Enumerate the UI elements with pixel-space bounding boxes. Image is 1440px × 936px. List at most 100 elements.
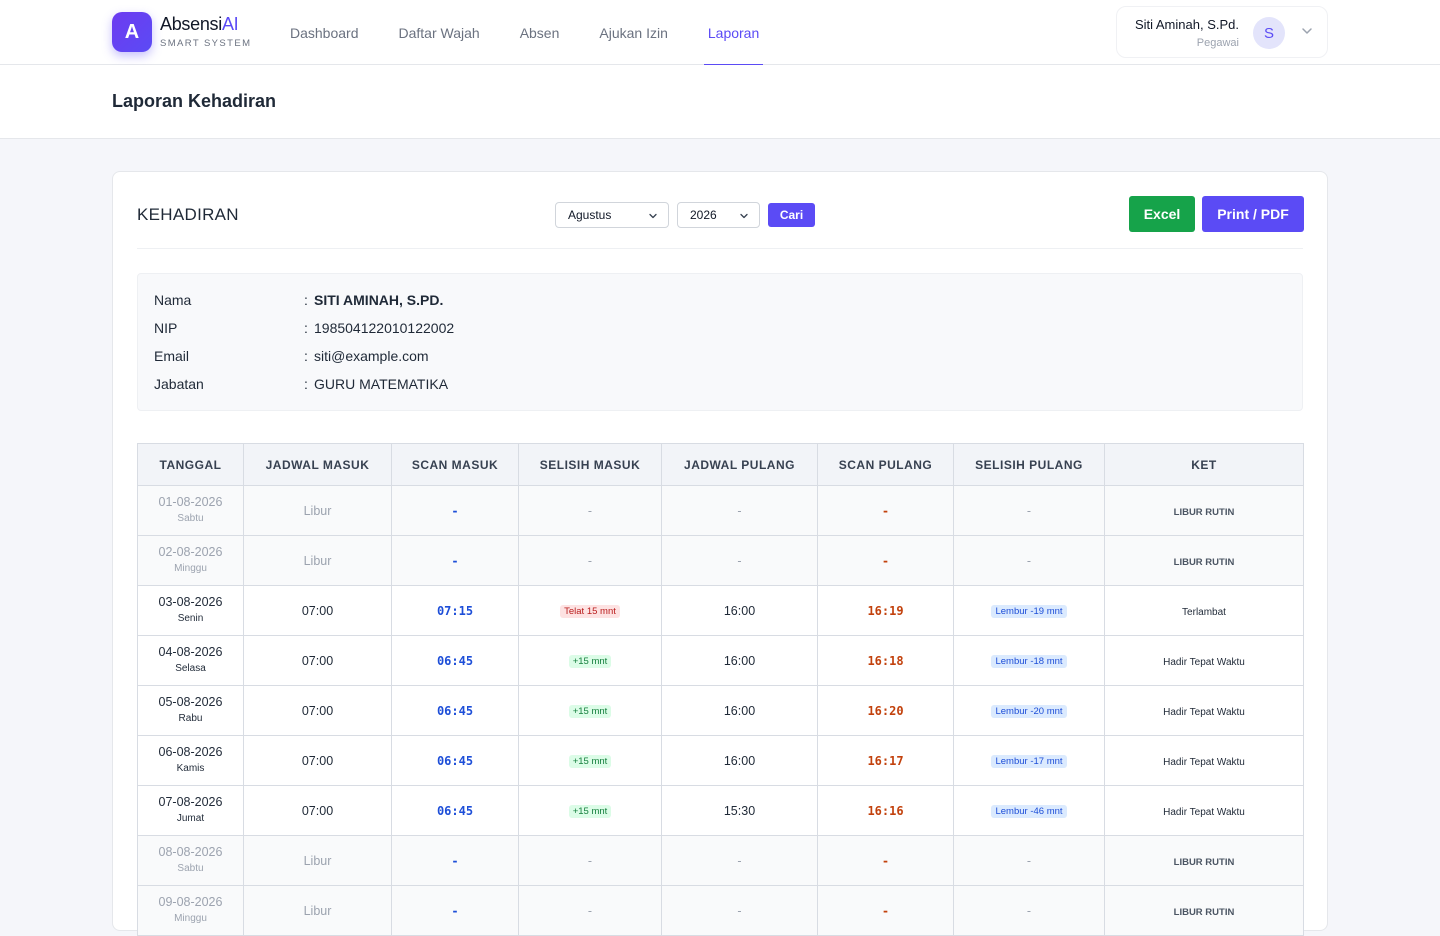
cell-date: 05-08-2026 Rabu — [137, 685, 244, 736]
cell-selisih-pulang: - — [953, 835, 1105, 886]
date-text: 05-08-2026 — [158, 695, 223, 709]
jadwal-masuk-text: 07:00 — [301, 703, 334, 718]
app-logo[interactable]: A — [112, 12, 152, 52]
table-row: 02-08-2026 Minggu Libur - - - - - LIBUR RUTIN — [137, 535, 1304, 586]
jadwal-masuk-text: 07:00 — [301, 603, 334, 618]
brand[interactable]: AbsensiAI SMART SYSTEM — [160, 14, 251, 49]
cell-jadwal-pulang: 16:00 — [661, 735, 818, 786]
main-nav: Dashboard Daftar Wajah Absen Ajukan Izin… — [270, 0, 779, 66]
cell-date: 08-08-2026 Sabtu — [137, 835, 244, 886]
selisih-masuk-badge: +15 mnt — [568, 805, 612, 818]
nav-dashboard[interactable]: Dashboard — [270, 0, 379, 65]
cell-selisih-pulang: Lembur -20 mnt — [953, 685, 1105, 736]
column-header: JADWAL PULANG — [661, 443, 818, 486]
info-row-email: Email : siti@example.com — [154, 348, 754, 368]
cell-date: 07-08-2026 Jumat — [137, 785, 244, 836]
selisih-pulang-badge: Lembur -18 mnt — [991, 655, 1067, 668]
month-select-value: Agustus — [568, 208, 612, 222]
employee-info: Nama : SITI AMINAH, S.PD. NIP : 19850412… — [137, 273, 1303, 411]
cell-scan-masuk: 06:45 — [391, 735, 519, 786]
info-row-jabatan: Jabatan : GURU MATEMATIKA — [154, 376, 754, 396]
cell-selisih-masuk: +15 mnt — [518, 635, 662, 686]
month-select[interactable]: Agustus — [555, 202, 669, 228]
day-text: Jumat — [176, 813, 205, 824]
info-colon: : — [304, 376, 308, 392]
scan-pulang-text: 16:20 — [867, 703, 904, 718]
selisih-masuk-badge: - — [587, 903, 593, 918]
column-header: TANGGAL — [137, 443, 244, 486]
nav-absen[interactable]: Absen — [500, 0, 580, 65]
chevron-down-icon — [740, 213, 748, 219]
cell-ket: Hadir Tepat Waktu — [1104, 735, 1304, 786]
cell-selisih-masuk: +15 mnt — [518, 735, 662, 786]
jadwal-pulang-text: - — [737, 553, 742, 568]
cell-ket: LIBUR RUTIN — [1104, 535, 1304, 586]
info-colon: : — [304, 348, 308, 364]
date-text: 01-08-2026 — [158, 495, 223, 509]
jadwal-pulang-text: 15:30 — [723, 803, 756, 818]
info-value: siti@example.com — [314, 348, 429, 364]
jadwal-masuk-text: Libur — [303, 853, 332, 868]
year-select[interactable]: 2026 — [677, 202, 760, 228]
day-text: Rabu — [178, 713, 203, 724]
page-header: Laporan Kehadiran — [0, 65, 1440, 139]
jadwal-masuk-text: 07:00 — [301, 803, 334, 818]
cell-jadwal-masuk: 07:00 — [243, 735, 392, 786]
scan-masuk-text: 06:45 — [436, 703, 474, 718]
scan-pulang-text: 16:17 — [867, 753, 904, 768]
user-role: Pegawai — [1196, 37, 1239, 49]
nav-ajukan-izin[interactable]: Ajukan Izin — [579, 0, 687, 65]
search-button[interactable]: Cari — [768, 203, 815, 227]
nav-laporan[interactable]: Laporan — [688, 0, 779, 66]
date-text: 06-08-2026 — [158, 745, 223, 759]
export-excel-button[interactable]: Excel — [1129, 196, 1195, 232]
info-label: NIP — [154, 320, 178, 336]
scan-pulang-text: - — [881, 853, 890, 868]
cell-scan-masuk: 06:45 — [391, 635, 519, 686]
cell-date: 04-08-2026 Selasa — [137, 635, 244, 686]
cell-jadwal-masuk: 07:00 — [243, 585, 392, 636]
jadwal-masuk-text: Libur — [303, 553, 332, 568]
day-text: Selasa — [175, 663, 206, 674]
cell-jadwal-pulang: 16:00 — [661, 685, 818, 736]
cell-ket: LIBUR RUTIN — [1104, 485, 1304, 536]
cell-selisih-masuk: +15 mnt — [518, 685, 662, 736]
jadwal-pulang-text: 16:00 — [723, 603, 756, 618]
cell-selisih-masuk: - — [518, 885, 662, 936]
scan-pulang-text: 16:19 — [867, 603, 904, 618]
ket-text: Hadir Tepat Waktu — [1163, 706, 1245, 718]
print-pdf-button[interactable]: Print / PDF — [1202, 196, 1304, 232]
user-name: Siti Aminah, S.Pd. — [1134, 17, 1239, 32]
chevron-down-icon — [1302, 28, 1312, 34]
table-body: 01-08-2026 Sabtu Libur - - - - - LIBUR RUTIN 02-0… — [137, 485, 1304, 936]
cell-jadwal-pulang: - — [661, 485, 818, 536]
cell-date: 06-08-2026 Kamis — [137, 735, 244, 786]
cell-jadwal-masuk: 07:00 — [243, 685, 392, 736]
cell-scan-pulang: - — [817, 485, 954, 536]
nav-daftar-wajah[interactable]: Daftar Wajah — [379, 0, 500, 65]
jadwal-pulang-text: - — [737, 853, 742, 868]
cell-scan-pulang: - — [817, 835, 954, 886]
day-text: Minggu — [174, 913, 207, 924]
date-text: 02-08-2026 — [158, 545, 223, 559]
jadwal-pulang-text: 16:00 — [723, 653, 756, 668]
cell-ket: Hadir Tepat Waktu — [1104, 685, 1304, 736]
ket-text: LIBUR RUTIN — [1173, 906, 1235, 918]
cell-selisih-pulang: - — [953, 535, 1105, 586]
day-text: Sabtu — [177, 513, 204, 524]
selisih-pulang-badge: - — [1026, 503, 1032, 518]
scan-masuk-text: - — [451, 503, 459, 518]
cell-jadwal-masuk: Libur — [243, 485, 392, 536]
cell-ket: Hadir Tepat Waktu — [1104, 785, 1304, 836]
jadwal-pulang-text: 16:00 — [723, 703, 756, 718]
table-header-row: TANGGAL JADWAL MASUK SCAN MASUK SELISIH … — [137, 443, 1304, 486]
selisih-pulang-badge: Lembur -46 mnt — [991, 805, 1067, 818]
cell-scan-masuk: 06:45 — [391, 685, 519, 736]
table-row: 01-08-2026 Sabtu Libur - - - - - LIBUR RUTIN — [137, 485, 1304, 536]
ket-text: Terlambat — [1182, 606, 1226, 618]
user-menu[interactable]: Siti Aminah, S.Pd. Pegawai S — [1116, 6, 1328, 58]
top-navbar: A AbsensiAI SMART SYSTEM Dashboard Dafta… — [0, 0, 1440, 66]
divider — [137, 248, 1303, 249]
cell-date: 09-08-2026 Minggu — [137, 885, 244, 936]
selisih-pulang-badge: - — [1026, 853, 1032, 868]
